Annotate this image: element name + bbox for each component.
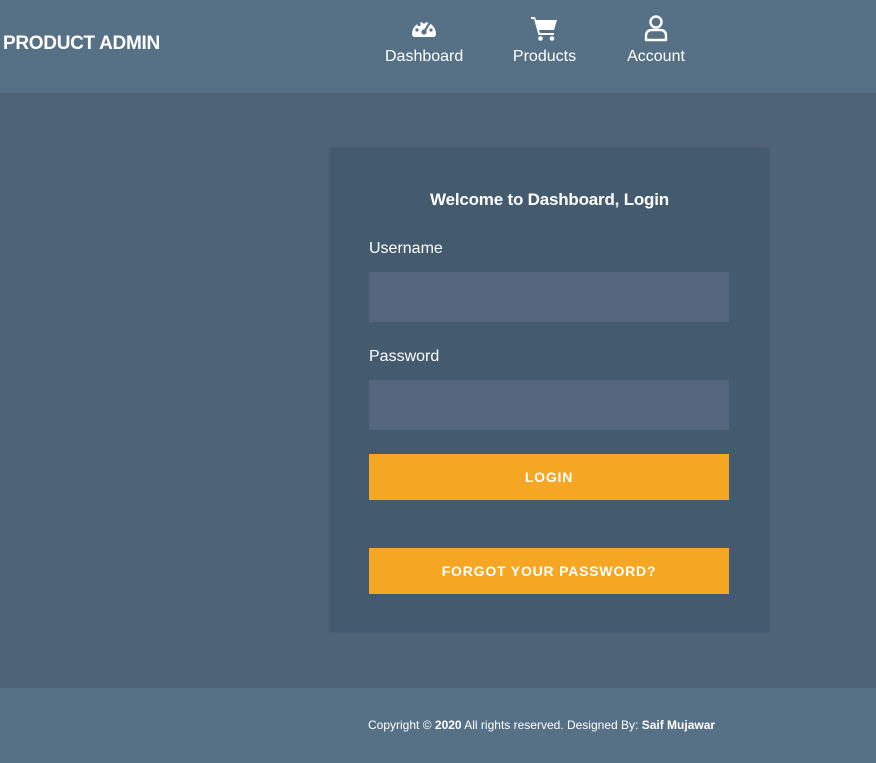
nav-label: Dashboard: [385, 48, 464, 65]
brand-title[interactable]: PRODUCT ADMIN: [3, 33, 160, 55]
footer-copyright: Copyright © 2020 All rights reserved. De…: [368, 718, 715, 732]
username-label: Username: [369, 240, 443, 257]
copyright-year: 2020: [434, 718, 462, 732]
copyright-prefix: Copyright ©: [368, 718, 432, 732]
nav-item-products[interactable]: Products: [511, 14, 578, 66]
copyright-rights: All rights reserved. Designed By:: [464, 718, 639, 732]
login-card: Welcome to Dashboard, Login Username Pas…: [330, 148, 769, 632]
username-input[interactable]: [369, 272, 729, 322]
nav-label: Products: [512, 48, 577, 65]
speedometer-icon: [412, 20, 436, 37]
footer: Copyright © 2020 All rights reserved. De…: [0, 688, 876, 763]
top-navbar: PRODUCT ADMIN Dashboard Products Account: [0, 0, 876, 93]
user-icon: [644, 15, 668, 42]
nav-label: Account: [627, 48, 685, 65]
password-input[interactable]: [369, 380, 729, 430]
nav-item-dashboard[interactable]: Dashboard: [385, 14, 463, 66]
shopping-cart-icon: [530, 17, 557, 41]
nav-item-account[interactable]: Account: [625, 14, 687, 66]
designer-name[interactable]: Saif Mujawar: [642, 718, 715, 732]
login-title: Welcome to Dashboard, Login: [430, 190, 669, 209]
forgot-password-button[interactable]: FORGOT YOUR PASSWORD?: [369, 548, 729, 594]
login-button[interactable]: LOGIN: [369, 454, 729, 500]
password-label: Password: [369, 348, 440, 365]
